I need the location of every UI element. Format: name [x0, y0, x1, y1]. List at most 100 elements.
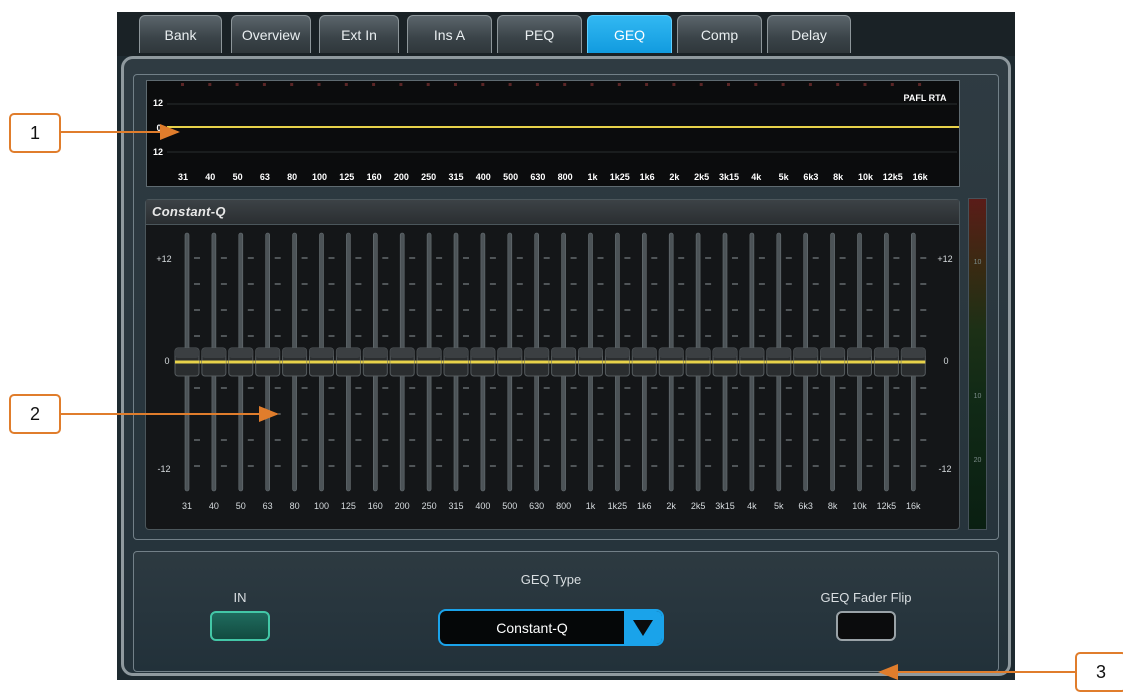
rta-peak-dot	[262, 83, 266, 86]
tab-overview[interactable]: Overview	[231, 15, 311, 53]
tab-ext-in[interactable]: Ext In	[319, 15, 399, 53]
rta-band-label: 3k15	[718, 172, 740, 182]
rta-band-label: 1k6	[639, 172, 655, 182]
fader-cap[interactable]	[712, 347, 738, 377]
rta-scale-bottom: 12	[152, 147, 163, 157]
geq-scale-mid-left: 0	[164, 356, 170, 366]
fader-cap[interactable]	[604, 347, 630, 377]
geq-type-label: GEQ Type	[520, 572, 582, 587]
fader-cap[interactable]	[793, 347, 819, 377]
geq-band-label: 2k5	[690, 501, 706, 511]
fader-cap[interactable]	[416, 347, 442, 377]
fader-cap[interactable]	[631, 347, 657, 377]
geq-type-title: Constant-Q	[152, 204, 226, 219]
rta-peak-dot	[426, 83, 430, 86]
rta-peak-dot	[290, 83, 294, 86]
rta-band-label: 1k25	[609, 172, 630, 182]
fader-cap[interactable]	[470, 347, 496, 377]
tab-ins-a[interactable]: Ins A	[407, 15, 492, 53]
geq-band-label: 16k	[906, 501, 921, 511]
fader-cap[interactable]	[389, 347, 415, 377]
rta-band-label: 100	[311, 172, 328, 182]
fader-cap[interactable]	[443, 347, 469, 377]
geq-band-label: 4k	[747, 501, 757, 511]
geq-band-label: 1k6	[637, 501, 652, 511]
rta-band-label: 160	[366, 172, 382, 182]
rta-peak-dot	[508, 83, 512, 86]
rta-band-label: 50	[232, 172, 243, 182]
fader-cap[interactable]	[551, 347, 577, 377]
fader-cap[interactable]	[174, 347, 200, 377]
rta-band-label: 16k	[912, 172, 928, 182]
in-button-label: IN	[233, 590, 247, 605]
fader-cap[interactable]	[497, 347, 523, 377]
fader-cap[interactable]	[739, 347, 765, 377]
rta-band-label: 4k	[751, 172, 762, 182]
geq-band-label: 250	[421, 501, 437, 511]
tab-comp[interactable]: Comp	[677, 15, 762, 53]
tab-bank[interactable]: Bank	[139, 15, 222, 53]
geq-type-value: Constant-Q	[496, 620, 568, 636]
rta-peak-dot	[563, 83, 567, 86]
fader-flip-button[interactable]	[836, 611, 896, 641]
rta-band-label: 10k	[857, 172, 874, 182]
rta-peak-dot	[699, 83, 703, 86]
fader-cap[interactable]	[658, 347, 684, 377]
geq-header: Constant-Q	[146, 200, 959, 225]
callout-3: 3	[1075, 652, 1123, 692]
rta-title: PAFL RTA	[903, 93, 947, 103]
geq-band-label: 40	[208, 501, 219, 511]
fader-cap[interactable]	[255, 347, 281, 377]
geq-scale-bottom-right: -12	[938, 464, 952, 474]
geq-band-label: 12k5	[876, 501, 897, 511]
fader-cap[interactable]	[362, 347, 388, 377]
rta-peak-dot	[372, 83, 376, 86]
rta-peak-dot	[617, 83, 621, 86]
fader-cap[interactable]	[201, 347, 227, 377]
rta-band-label: 630	[530, 172, 546, 182]
fader-cap[interactable]	[309, 347, 334, 377]
rta-display: PAFL RTA 12 0 12 31 40 50 63 80 100 125 160 200 2…	[146, 80, 960, 187]
meter-label-3: 20	[973, 457, 982, 464]
geq-band-label: 500	[502, 501, 518, 511]
geq-band-label: 160	[367, 501, 383, 511]
dropdown-arrow-icon[interactable]	[624, 611, 662, 644]
geq-band-label: 50	[235, 501, 246, 511]
fader-cap[interactable]	[578, 347, 603, 377]
fader-cap[interactable]	[228, 347, 254, 377]
rta-band-label: 315	[448, 172, 464, 182]
geq-band-label: 400	[475, 501, 491, 511]
tab-geq[interactable]: GEQ	[587, 15, 672, 53]
geq-band-label: 31	[181, 501, 192, 511]
rta-band-label: 31	[177, 172, 188, 182]
in-toggle-button[interactable]	[210, 611, 270, 641]
fader-cap[interactable]	[847, 347, 872, 377]
rta-band-label: 2k	[669, 172, 680, 182]
fader-cap[interactable]	[820, 347, 846, 377]
fader-cap[interactable]	[900, 347, 926, 377]
fader-cap[interactable]	[524, 347, 550, 377]
fader-cap[interactable]	[335, 347, 361, 377]
geq-band-label: 80	[289, 501, 300, 511]
geq-scale-mid-right: 0	[943, 356, 949, 366]
rta-peak-dot	[590, 83, 594, 86]
fader-cap[interactable]	[685, 347, 711, 377]
fader-flip-label: GEQ Fader Flip	[820, 590, 912, 605]
fader-cap[interactable]	[766, 347, 792, 377]
rta-peak-dot	[208, 83, 212, 86]
rta-peak-dot	[781, 83, 785, 86]
fader-cap[interactable]	[873, 347, 899, 377]
geq-type-dropdown[interactable]: Constant-Q	[438, 609, 664, 646]
geq-band-label: 200	[394, 501, 410, 511]
rta-peak-dot	[181, 83, 184, 86]
rta-peak-dot	[317, 83, 321, 86]
geq-faders[interactable]	[146, 225, 959, 530]
geq-scale-top-right: +12	[937, 254, 953, 264]
rta-graph	[167, 83, 959, 153]
rta-band-label: 40	[205, 172, 216, 182]
tab-delay[interactable]: Delay	[767, 15, 851, 53]
rta-band-label: 125	[339, 172, 355, 182]
tab-peq[interactable]: PEQ	[497, 15, 582, 53]
geq-fader-bank: Constant-Q +12 0 -12 +12 0 -12 31 40 50 63 8…	[145, 199, 960, 530]
fader-cap[interactable]	[282, 347, 308, 377]
